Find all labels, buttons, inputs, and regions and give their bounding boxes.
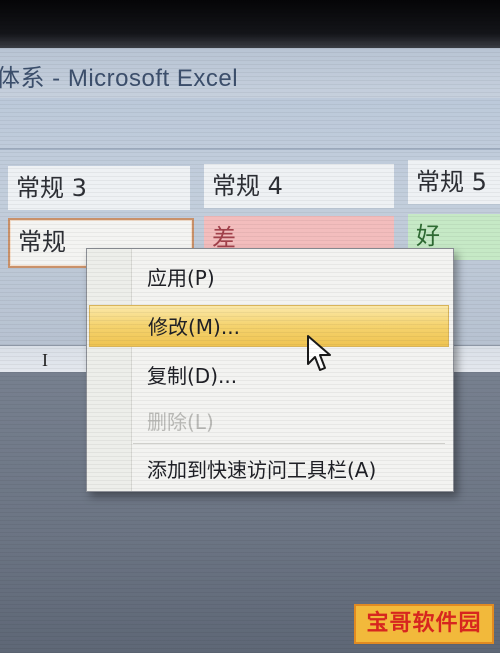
menu-item-add-to-quick-access[interactable]: 添加到快速访问工具栏(A) (89, 449, 449, 491)
monitor-bezel (0, 0, 500, 48)
text-cursor: I (42, 350, 48, 370)
context-menu: 应用(P) 修改(M)... 复制(D)... 删除(L) 添加到快速访问工具栏… (86, 248, 454, 492)
excel-screen: 体系 - Microsoft Excel 常规 3 常规 4 常规 5 常规 差… (0, 0, 500, 653)
style-normal-3[interactable]: 常规 3 (8, 166, 190, 210)
style-normal-5[interactable]: 常规 5 (408, 160, 500, 204)
menu-item-delete: 删除(L) (147, 410, 214, 434)
window-title: 体系 - Microsoft Excel (0, 65, 239, 92)
menu-item-modify[interactable]: 修改(M)... (89, 305, 449, 347)
style-normal-4[interactable]: 常规 4 (204, 164, 394, 208)
ribbon-divider (0, 148, 500, 150)
menu-separator (133, 443, 445, 444)
menu-item-duplicate[interactable]: 复制(D)... (89, 355, 449, 397)
mouse-pointer-icon (307, 335, 331, 371)
watermark-logo: 宝哥软件园 (354, 604, 494, 644)
menu-item-apply[interactable]: 应用(P) (89, 257, 449, 299)
